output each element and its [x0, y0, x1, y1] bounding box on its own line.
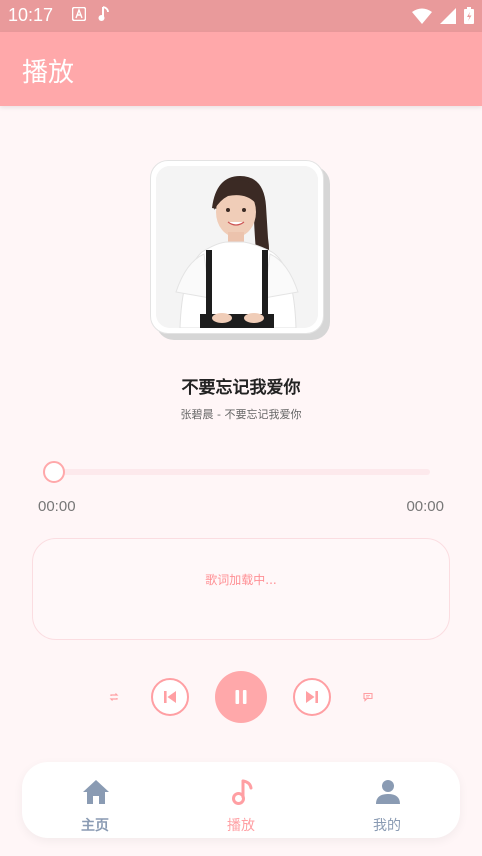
lyrics-panel[interactable]: 歌词加载中... [32, 538, 450, 640]
home-icon [83, 780, 109, 804]
battery-icon [464, 7, 474, 24]
comment-icon [363, 692, 373, 702]
song-artist-album: 张碧晨 - 不要忘记我爱你 [180, 408, 302, 421]
album-art-image [156, 166, 318, 328]
status-icons-left [72, 6, 110, 22]
repeat-button[interactable] [107, 690, 121, 704]
previous-icon [164, 691, 176, 703]
lyrics-status: 歌词加载中... [205, 573, 277, 587]
total-time: 00:00 [406, 498, 444, 515]
a-icon [72, 7, 86, 21]
person-icon [376, 780, 400, 804]
status-time: 10:17 [8, 5, 54, 25]
nav-item-me[interactable]: 我的 [314, 762, 460, 838]
nav-item-play[interactable]: 播放 [168, 762, 314, 838]
status-bar: 10:17 [0, 0, 482, 32]
pause-icon [235, 690, 247, 704]
pause-button[interactable] [215, 671, 267, 723]
artist-portrait [156, 166, 318, 328]
next-icon [306, 691, 318, 703]
page-title: 播放 [22, 58, 75, 88]
album-cover-frame [150, 160, 324, 334]
nav-label-home: 主页 [81, 818, 109, 834]
repeat-icon [109, 693, 119, 701]
comment-button[interactable] [361, 690, 375, 704]
next-button[interactable] [293, 678, 331, 716]
album-cover [150, 160, 330, 340]
current-time: 00:00 [38, 498, 76, 515]
status-icons-right [412, 7, 474, 24]
wifi-icon [412, 8, 432, 24]
progress-thumb[interactable] [43, 461, 65, 483]
song-title: 不要忘记我爱你 [181, 378, 301, 398]
nav-label-play: 播放 [227, 818, 255, 834]
signal-icon [440, 7, 456, 24]
progress-track[interactable] [48, 469, 430, 475]
bottom-nav: 主页 播放 我的 [22, 762, 460, 838]
music-note-icon [232, 779, 253, 805]
nav-item-home[interactable]: 主页 [22, 762, 168, 838]
previous-button[interactable] [151, 678, 189, 716]
music-note-icon [98, 6, 109, 21]
nav-label-me: 我的 [373, 818, 401, 834]
app-bar: 播放 [0, 32, 482, 106]
